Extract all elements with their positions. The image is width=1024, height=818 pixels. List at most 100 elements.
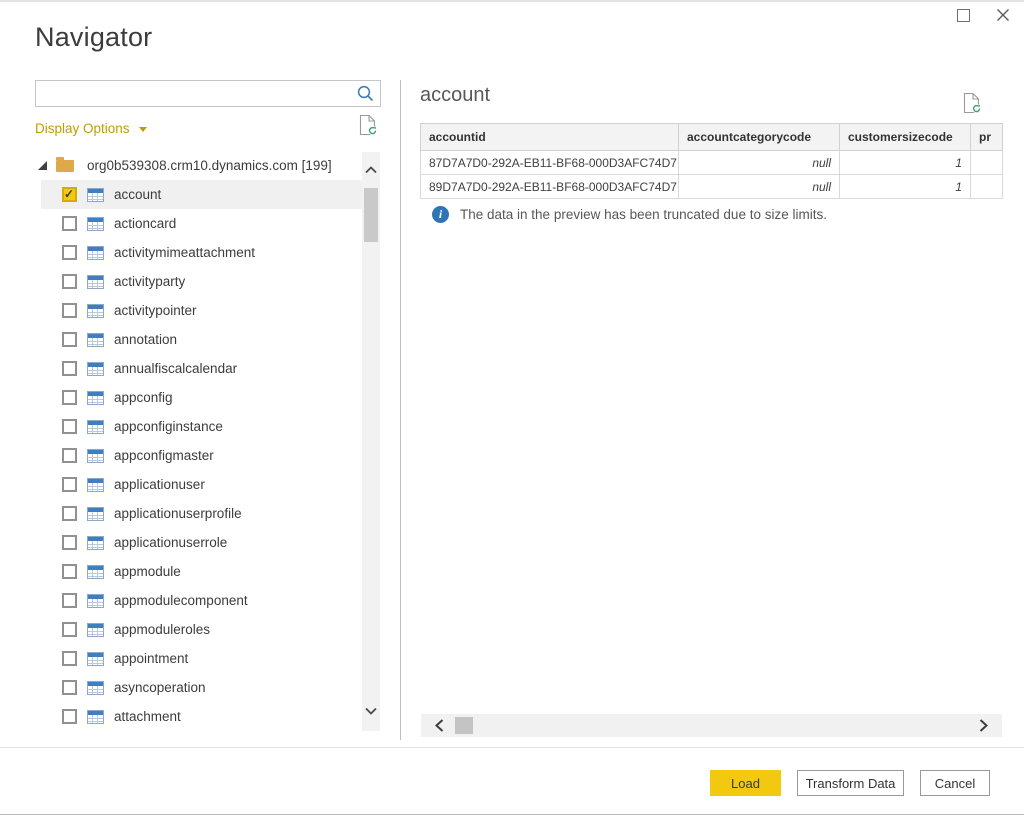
checkbox[interactable] [62, 332, 77, 347]
display-options-dropdown[interactable]: Display Options [35, 121, 147, 136]
tree-item-attachment[interactable]: attachment [41, 702, 362, 731]
checkbox[interactable] [62, 419, 77, 434]
search-box[interactable] [35, 80, 381, 107]
cell-truncated [970, 174, 1003, 199]
table-icon [87, 709, 104, 724]
tree-item-label: activityparty [114, 274, 186, 289]
column-header-accountid: accountid [420, 123, 679, 151]
tree-item-account[interactable]: account [41, 180, 362, 209]
cancel-button[interactable]: Cancel [920, 770, 990, 796]
tree-scrollbar[interactable] [362, 152, 380, 731]
tree-item-applicationuser[interactable]: applicationuser [41, 470, 362, 499]
preview-title: account [420, 84, 491, 106]
checkbox[interactable] [62, 390, 77, 405]
truncation-notice: i The data in the preview has been trunc… [432, 206, 827, 223]
tree-item-label: appointment [114, 651, 189, 666]
tree-item-label: applicationuser [114, 477, 205, 492]
checkbox[interactable] [62, 216, 77, 231]
dialog-top-border [0, 0, 1024, 2]
table-icon [87, 506, 104, 521]
cell-truncated [970, 150, 1003, 175]
tree-item-appconfiginstance[interactable]: appconfiginstance [41, 412, 362, 441]
tree-item-activityparty[interactable]: activityparty [41, 267, 362, 296]
tree-item-label: appconfigmaster [114, 448, 214, 463]
page-title: Navigator [35, 22, 153, 52]
footer-buttons: Load Transform Data Cancel [710, 770, 990, 796]
table-icon [87, 274, 104, 289]
checkbox[interactable] [62, 245, 77, 260]
cell-customersizecode: 1 [839, 150, 971, 175]
navigator-tree: org0b539308.crm10.dynamics.com [199] acc… [35, 150, 362, 731]
checkbox[interactable] [62, 448, 77, 463]
checkbox[interactable] [62, 361, 77, 376]
checkbox[interactable] [62, 593, 77, 608]
tree-item-annotation[interactable]: annotation [41, 325, 362, 354]
cell-accountcategorycode: null [678, 150, 840, 175]
checkbox[interactable] [62, 274, 77, 289]
checkbox[interactable] [62, 187, 77, 202]
checkbox[interactable] [62, 477, 77, 492]
table-icon [87, 448, 104, 463]
table-row: 89D7A7D0-292A-EB11-BF68-000D3AFC74D7 nul… [420, 174, 1003, 199]
refresh-preview-icon[interactable] [963, 92, 982, 114]
checkbox[interactable] [62, 303, 77, 318]
scroll-down-icon[interactable] [365, 707, 377, 715]
tree-item-label: activitypointer [114, 303, 197, 318]
table-icon [87, 593, 104, 608]
tree-item-label: applicationuserrole [114, 535, 228, 550]
load-button[interactable]: Load [710, 770, 781, 796]
tree-item-label: annotation [114, 332, 178, 347]
tree-item-actioncard[interactable]: actioncard [41, 209, 362, 238]
preview-horizontal-scrollbar[interactable] [421, 714, 1002, 737]
scroll-left-icon[interactable] [435, 719, 444, 732]
tree-item-label: annualfiscalcalendar [114, 361, 238, 376]
tree-item-label: account [114, 187, 162, 202]
tree-item-label: appmodule [114, 564, 181, 579]
tree-item-label: appconfiginstance [114, 419, 223, 434]
checkbox[interactable] [62, 680, 77, 695]
dialog-bottom-border [0, 814, 1024, 815]
expand-arrow-icon[interactable] [38, 160, 47, 170]
truncation-notice-text: The data in the preview has been truncat… [460, 207, 827, 222]
pane-divider [400, 80, 401, 740]
tree-item-applicationuserprofile[interactable]: applicationuserprofile [41, 499, 362, 528]
scroll-right-icon[interactable] [979, 719, 988, 732]
tree-item-label: actioncard [114, 216, 177, 231]
tree-item-asyncoperation[interactable]: asyncoperation [41, 673, 362, 702]
tree-item-appconfig[interactable]: appconfig [41, 383, 362, 412]
window-controls [957, 8, 1010, 22]
checkbox[interactable] [62, 564, 77, 579]
checkbox[interactable] [62, 506, 77, 521]
search-icon[interactable] [356, 84, 380, 103]
cell-accountid: 89D7A7D0-292A-EB11-BF68-000D3AFC74D7 [420, 174, 679, 199]
checkbox[interactable] [62, 709, 77, 724]
tree-scrollbar-thumb[interactable] [364, 188, 378, 242]
tree-item-annualfiscalcalendar[interactable]: annualfiscalcalendar [41, 354, 362, 383]
tree-item-appmodule[interactable]: appmodule [41, 557, 362, 586]
column-header-truncated: pr [970, 123, 1003, 151]
chevron-down-icon [138, 127, 147, 132]
tree-item-appmoduleroles[interactable]: appmoduleroles [41, 615, 362, 644]
close-icon[interactable] [996, 8, 1010, 22]
checkbox[interactable] [62, 622, 77, 637]
tree-item-label: activitymimeattachment [114, 245, 256, 260]
scroll-up-icon[interactable] [365, 166, 377, 174]
tree-item-appmodulecomponent[interactable]: appmodulecomponent [41, 586, 362, 615]
table-icon [87, 680, 104, 695]
maximize-icon[interactable] [957, 8, 970, 22]
search-input[interactable] [36, 81, 356, 106]
table-header-row: accountid accountcategorycode customersi… [420, 123, 1003, 151]
refresh-preview-icon[interactable] [359, 114, 378, 136]
table-icon [87, 216, 104, 231]
tree-root-folder[interactable]: org0b539308.crm10.dynamics.com [199] [35, 150, 362, 180]
checkbox[interactable] [62, 535, 77, 550]
transform-data-button[interactable]: Transform Data [797, 770, 904, 796]
tree-item-activitymimeattachment[interactable]: activitymimeattachment [41, 238, 362, 267]
cell-accountcategorycode: null [678, 174, 840, 199]
tree-item-activitypointer[interactable]: activitypointer [41, 296, 362, 325]
checkbox[interactable] [62, 651, 77, 666]
tree-item-appconfigmaster[interactable]: appconfigmaster [41, 441, 362, 470]
preview-scrollbar-thumb[interactable] [455, 717, 473, 734]
tree-item-appointment[interactable]: appointment [41, 644, 362, 673]
tree-item-applicationuserrole[interactable]: applicationuserrole [41, 528, 362, 557]
